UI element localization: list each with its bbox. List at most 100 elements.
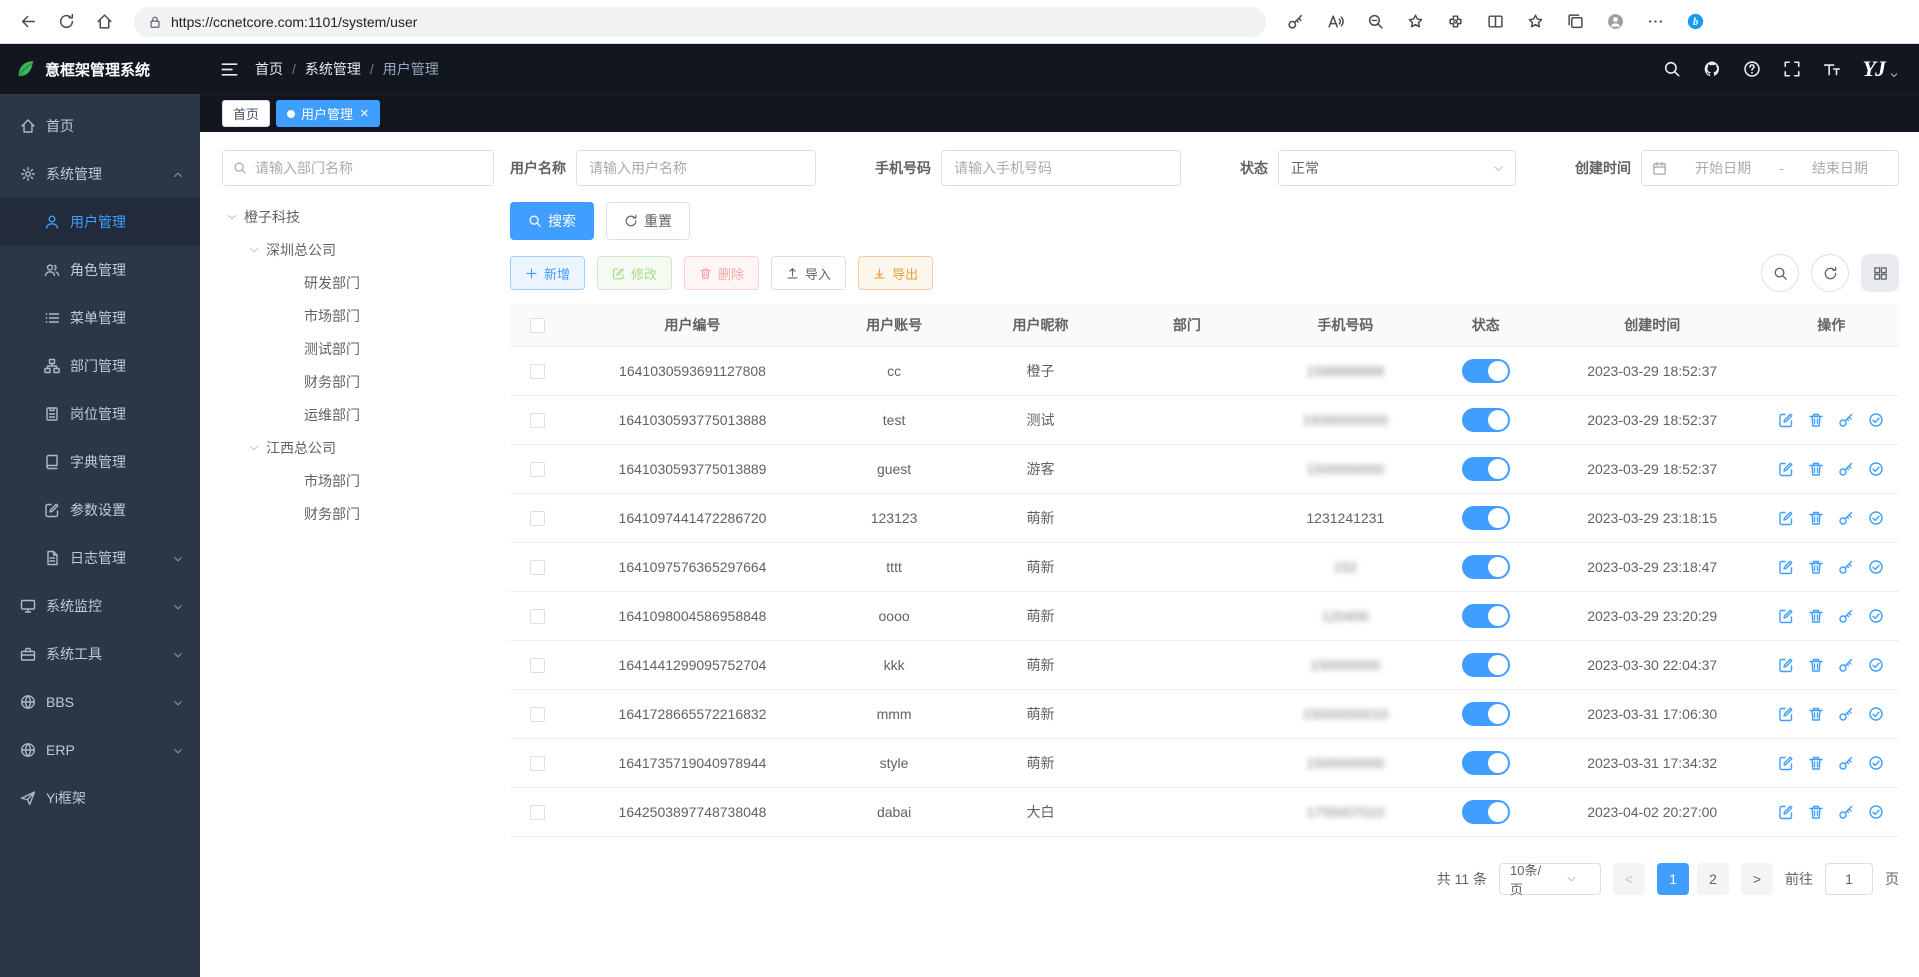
goto-page-input[interactable] — [1825, 863, 1873, 895]
delete-action-icon[interactable] — [1808, 412, 1824, 428]
delete-button[interactable]: 删除 — [684, 256, 759, 290]
table-row[interactable]: 1642503897748738048dabai大白17550070102023… — [510, 787, 1899, 836]
columns-setting-button[interactable] — [1861, 254, 1899, 292]
tab-item[interactable]: 首页 — [222, 100, 270, 127]
breadcrumb-item[interactable]: 首页 — [255, 59, 283, 79]
status-toggle[interactable] — [1462, 653, 1510, 677]
tree-node[interactable]: 橙子科技 — [222, 200, 494, 233]
edit-action-icon[interactable] — [1778, 559, 1794, 575]
table-column-header[interactable]: 状态 — [1431, 304, 1541, 346]
table-row[interactable]: 1641728665572216832mmm萌新150000000102023-… — [510, 689, 1899, 738]
delete-action-icon[interactable] — [1808, 461, 1824, 477]
dept-search-input[interactable] — [255, 160, 483, 176]
table-column-header[interactable]: 用户账号 — [821, 304, 967, 346]
status-toggle[interactable] — [1462, 702, 1510, 726]
split-screen-button[interactable] — [1480, 6, 1510, 38]
edit-action-icon[interactable] — [1778, 804, 1794, 820]
fullscreen-icon[interactable] — [1783, 60, 1801, 78]
row-checkbox[interactable] — [530, 707, 545, 722]
table-column-header[interactable]: 手机号码 — [1260, 304, 1430, 346]
status-toggle[interactable] — [1462, 751, 1510, 775]
tree-node[interactable]: 财务部门 — [222, 497, 494, 530]
row-checkbox[interactable] — [530, 609, 545, 624]
table-column-header[interactable]: 创建时间 — [1541, 304, 1764, 346]
assign-role-icon[interactable] — [1868, 706, 1884, 722]
reset-password-icon[interactable] — [1838, 559, 1854, 575]
breadcrumb-item[interactable]: 系统管理 — [305, 59, 361, 79]
sidebar-item[interactable]: 系统监控 — [0, 582, 200, 630]
tab-close-icon[interactable]: × — [360, 106, 369, 121]
prev-page-button[interactable]: < — [1613, 863, 1645, 895]
zoom-button[interactable] — [1360, 6, 1390, 38]
sidebar-subitem[interactable]: 部门管理 — [0, 342, 200, 390]
sidebar-subitem[interactable]: 角色管理 — [0, 246, 200, 294]
tab-active[interactable]: 用户管理× — [276, 100, 380, 127]
table-column-header[interactable]: 用户编号 — [564, 304, 821, 346]
reset-password-icon[interactable] — [1838, 510, 1854, 526]
reset-password-icon[interactable] — [1838, 412, 1854, 428]
delete-action-icon[interactable] — [1808, 657, 1824, 673]
reset-password-icon[interactable] — [1838, 804, 1854, 820]
sidebar-item[interactable]: 系统管理 — [0, 150, 200, 198]
table-column-header[interactable]: 用户昵称 — [967, 304, 1113, 346]
date-range-picker[interactable]: 开始日期 - 结束日期 — [1641, 150, 1899, 186]
row-checkbox[interactable] — [530, 560, 545, 575]
github-icon[interactable] — [1703, 60, 1721, 78]
row-checkbox[interactable] — [530, 364, 545, 379]
tree-node[interactable]: 江西总公司 — [222, 431, 494, 464]
delete-action-icon[interactable] — [1808, 510, 1824, 526]
table-row[interactable]: 1641097576365297664tttt萌新1522023-03-29 2… — [510, 542, 1899, 591]
export-button[interactable]: 导出 — [858, 256, 933, 290]
page-number[interactable]: 1 — [1657, 863, 1689, 895]
edit-action-icon[interactable] — [1778, 657, 1794, 673]
table-column-header[interactable]: 部门 — [1114, 304, 1260, 346]
row-checkbox[interactable] — [530, 756, 545, 771]
table-row[interactable]: 1641030593775013889guest游客15000000002023… — [510, 444, 1899, 493]
status-toggle[interactable] — [1462, 604, 1510, 628]
reset-password-icon[interactable] — [1838, 755, 1854, 771]
sidebar-subitem[interactable]: 用户管理 — [0, 198, 200, 246]
toggle-search-button[interactable] — [1761, 254, 1799, 292]
tree-node[interactable]: 深圳总公司 — [222, 233, 494, 266]
assign-role-icon[interactable] — [1868, 608, 1884, 624]
tree-node[interactable]: 财务部门 — [222, 365, 494, 398]
status-toggle[interactable] — [1462, 800, 1510, 824]
delete-action-icon[interactable] — [1808, 559, 1824, 575]
browser-reload-button[interactable] — [50, 6, 82, 38]
browser-profile-button[interactable] — [1600, 6, 1630, 38]
tree-node[interactable]: 运维部门 — [222, 398, 494, 431]
status-toggle[interactable] — [1462, 457, 1510, 481]
select-all-checkbox[interactable] — [530, 318, 545, 333]
sidebar-item[interactable]: 首页 — [0, 102, 200, 150]
sidebar-item[interactable]: BBS — [0, 678, 200, 726]
table-row[interactable]: 1641097441472286720123123萌新1231241231202… — [510, 493, 1899, 542]
header-search-icon[interactable] — [1663, 60, 1681, 78]
breadcrumb-item[interactable]: 用户管理 — [383, 59, 439, 79]
delete-action-icon[interactable] — [1808, 755, 1824, 771]
row-checkbox[interactable] — [530, 462, 545, 477]
edit-button[interactable]: 修改 — [597, 256, 672, 290]
edit-action-icon[interactable] — [1778, 608, 1794, 624]
tree-node[interactable]: 市场部门 — [222, 464, 494, 497]
sidebar-item[interactable]: ERP — [0, 726, 200, 774]
tree-node[interactable]: 研发部门 — [222, 266, 494, 299]
page-number[interactable]: 2 — [1697, 863, 1729, 895]
search-button[interactable]: 搜索 — [510, 202, 594, 240]
row-checkbox[interactable] — [530, 658, 545, 673]
browser-back-button[interactable] — [12, 6, 44, 38]
page-size-select[interactable]: 10条/页 — [1499, 863, 1601, 895]
sidebar-item[interactable]: 系统工具 — [0, 630, 200, 678]
status-toggle[interactable] — [1462, 555, 1510, 579]
add-button[interactable]: 新增 — [510, 256, 585, 290]
collections-button[interactable] — [1560, 6, 1590, 38]
table-row[interactable]: 1641735719040978944style萌新15000000002023… — [510, 738, 1899, 787]
row-checkbox[interactable] — [530, 805, 545, 820]
app-logo[interactable]: 意框架管理系统 — [0, 44, 200, 94]
tree-node[interactable]: 市场部门 — [222, 299, 494, 332]
sidebar-subitem[interactable]: 岗位管理 — [0, 390, 200, 438]
row-checkbox[interactable] — [530, 511, 545, 526]
table-column-header[interactable]: 操作 — [1764, 304, 1899, 346]
delete-action-icon[interactable] — [1808, 804, 1824, 820]
assign-role-icon[interactable] — [1868, 657, 1884, 673]
extensions-button[interactable] — [1440, 6, 1470, 38]
